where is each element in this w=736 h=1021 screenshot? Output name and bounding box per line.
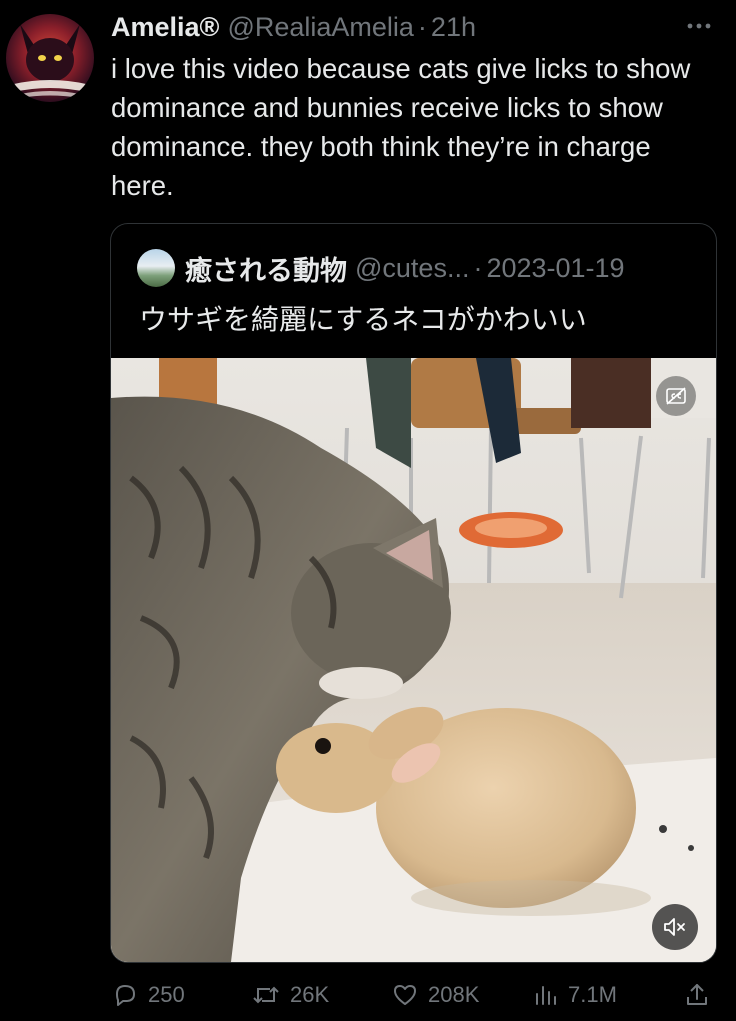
retweet-icon [253,986,279,1004]
tweet-header: Amelia® @RealiaAmelia · 21h [111,10,716,44]
heart-icon [394,985,416,1005]
view-count: 7.1M [568,982,617,1007]
quote-text: ウサギを綺麗にするネコがかわいい [139,304,587,335]
retweet-count: 26K [290,982,330,1007]
reply-icon [116,985,135,1006]
like-count: 208K [428,982,480,1007]
avatar-image [14,24,86,98]
video-frame [111,358,716,962]
reply-count: 250 [148,982,185,1007]
tweet-action-bar: 250 26K 208K 7.1M [110,975,720,1015]
retweet-button[interactable]: 26K [250,975,329,1015]
closed-captions-icon[interactable] [656,376,696,416]
header-separator: · [417,11,427,42]
analytics-icon [536,986,556,1005]
video-player[interactable] [111,358,716,962]
tweet-timestamp[interactable]: 21h [431,12,476,43]
quote-separator: · [473,252,483,283]
views-button[interactable]: 7.1M [532,975,617,1015]
reply-button[interactable]: 250 [110,975,185,1015]
quote-tweet-card[interactable]: 癒される動物 @cutes... · 2023-01-19 ウサギを綺麗にするネ… [110,223,717,963]
share-icon [687,984,707,1005]
author-handle[interactable]: @RealiaAmelia [227,12,413,43]
quote-author-name: 癒される動物 [185,255,347,286]
quote-author-avatar [137,249,175,287]
quote-date: 2023-01-19 [486,252,625,283]
like-button[interactable]: 208K [390,975,479,1015]
more-horizontal-icon[interactable] [684,12,714,40]
author-display-name[interactable]: Amelia® [111,12,219,43]
author-avatar[interactable] [6,14,94,102]
quote-author-handle: @cutes... [355,252,470,283]
share-button[interactable] [683,975,719,1015]
volume-muted-icon[interactable] [652,904,698,950]
tweet-text: i love this video because cats give lick… [111,53,691,201]
quote-header: 癒される動物 @cutes... · 2023-01-19 [137,246,696,290]
